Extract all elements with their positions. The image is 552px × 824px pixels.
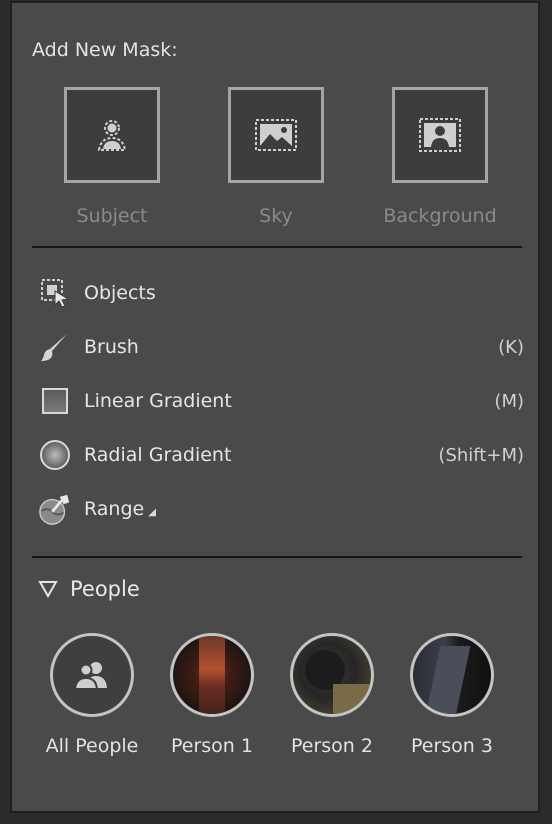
person-1-thumbnail[interactable] [170,633,254,717]
radial-gradient-icon [38,438,72,472]
panel-title: Add New Mask: [32,39,178,61]
linear-gradient-tool[interactable]: Linear Gradient (M) [38,381,524,421]
collapse-triangle-icon [38,581,58,598]
range-dropdown-icon[interactable]: ◢ [148,507,156,518]
range-tool[interactable]: Range ◢ [38,489,524,529]
objects-label: Objects [84,282,156,304]
person-2-label: Person 2 [291,735,373,757]
all-people-label: All People [45,735,139,757]
person-3-image [425,646,471,714]
range-label-text: Range [84,498,145,520]
brush-tool[interactable]: Brush (K) [38,327,524,367]
person-3-label: Person 3 [411,735,493,757]
sky-mask-button[interactable] [228,87,324,183]
person-2-image-detail [333,684,371,714]
background-mask-icon [419,118,461,152]
background-mask-button[interactable] [392,87,488,183]
radial-gradient-shortcut: (Shift+M) [438,444,524,466]
range-label: Range ◢ [84,498,524,520]
brush-icon [38,330,72,364]
person-1-label: Person 1 [171,735,253,757]
sky-mask-icon [255,119,297,151]
divider-top [32,246,522,248]
subject-mask-button[interactable] [64,87,160,183]
subject-mask-icon [97,120,127,151]
brush-label: Brush [84,336,139,358]
subject-mask-label: Subject [76,205,148,227]
radial-gradient-label: Radial Gradient [84,444,232,466]
linear-gradient-icon [38,384,72,418]
person-3-thumbnail[interactable] [410,633,494,717]
brush-shortcut: (K) [498,336,524,358]
all-people-button[interactable] [50,633,134,717]
objects-icon [38,276,72,310]
objects-tool[interactable]: Objects [38,273,524,313]
range-icon [38,492,72,526]
people-group-icon [73,662,107,690]
divider-bottom [32,556,522,558]
person-2-thumbnail[interactable] [290,633,374,717]
people-section-toggle[interactable]: People [38,577,140,601]
sky-mask-label: Sky [259,205,293,227]
linear-gradient-label: Linear Gradient [84,390,232,412]
linear-gradient-shortcut: (M) [494,390,524,412]
add-mask-panel: Add New Mask: Subject Sky Background Obj… [10,1,540,813]
background-mask-label: Background [383,205,497,227]
person-1-image [199,636,225,714]
radial-gradient-tool[interactable]: Radial Gradient (Shift+M) [38,435,524,475]
people-header-label: People [70,577,140,601]
